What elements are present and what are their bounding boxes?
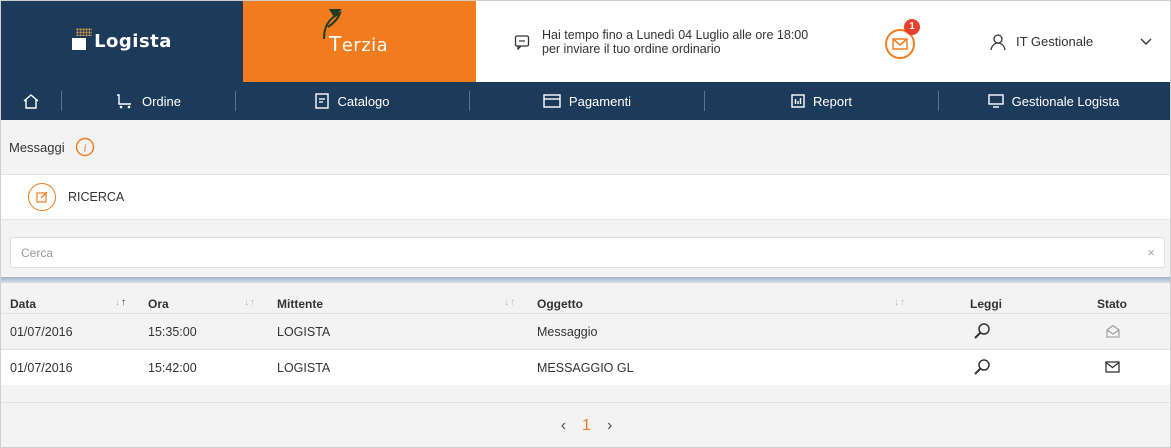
search-box: ×	[10, 237, 1165, 268]
nav-item-gestionale-logista[interactable]: Gestionale Logista	[939, 82, 1168, 120]
magnifier-icon[interactable]	[973, 322, 991, 340]
sort-icon[interactable]: ↓↑	[504, 297, 516, 308]
ricerca-toggle[interactable]: RICERCA	[1, 174, 1170, 220]
terzia-logo[interactable]: Terzia	[243, 1, 476, 82]
info-icon[interactable]: i	[75, 137, 95, 157]
column-header-mittente[interactable]: Mittente	[277, 297, 323, 311]
messages-table: Data ↓↑ Ora ↓↑ Mittente ↓↑ Oggetto ↓↑ Le…	[1, 291, 1170, 385]
deadline-notice-text: Hai tempo fino a Lunedì 04 Luglio alle o…	[542, 28, 882, 56]
nav-item-label: Report	[812, 93, 853, 109]
deadline-notice: Hai tempo fino a Lunedì 04 Luglio alle o…	[476, 1, 886, 82]
search-input[interactable]	[21, 245, 1121, 260]
section-divider	[1, 277, 1170, 283]
main-nav: Ordine Catalogo Pagamenti Report Gestion…	[1, 82, 1170, 120]
monitor-icon	[987, 94, 1004, 108]
ricerca-label: RICERCA	[68, 190, 125, 204]
report-icon	[791, 94, 805, 108]
sort-icon[interactable]: ↓↑	[115, 297, 127, 308]
cell-data: 01/07/2016	[10, 325, 73, 339]
table-row[interactable]: 01/07/2016 15:35:00 LOGISTA Messaggio	[1, 313, 1170, 349]
page-title: Messaggi	[9, 139, 65, 155]
column-header-stato: Stato	[1097, 297, 1127, 311]
envelope-icon	[1105, 361, 1120, 373]
deadline-notice-line1: Hai tempo fino a Lunedì 04 Luglio alle o…	[542, 27, 809, 42]
nav-item-ordine[interactable]: Ordine	[62, 82, 235, 120]
column-header-leggi: Leggi	[970, 297, 1002, 311]
home-icon	[23, 94, 39, 109]
user-icon	[990, 33, 1006, 50]
cell-ora: 15:42:00	[148, 361, 197, 375]
cell-mittente: LOGISTA	[277, 325, 331, 339]
sort-icon[interactable]: ↓↑	[894, 297, 906, 308]
edit-icon	[36, 191, 48, 203]
pagination-current-page[interactable]: 1	[582, 417, 591, 435]
cell-data: 01/07/2016	[10, 361, 73, 375]
magnifier-icon[interactable]	[973, 358, 991, 376]
deadline-notice-line2: per inviare il tuo ordine ordinario	[542, 41, 721, 56]
nav-item-label: Gestionale Logista	[1011, 93, 1120, 109]
user-menu[interactable]: IT Gestionale	[976, 1, 1170, 82]
envelope-open-icon	[1106, 324, 1120, 338]
chevron-down-icon[interactable]	[1140, 38, 1152, 46]
nav-item-label: Pagamenti	[568, 93, 632, 109]
nav-item-report[interactable]: Report	[705, 82, 938, 120]
cell-ora: 15:35:00	[148, 325, 197, 339]
envelope-icon	[892, 37, 908, 50]
column-header-ora[interactable]: Ora	[148, 297, 169, 311]
pagination: ‹ 1 ›	[1, 402, 1170, 447]
table-header: Data ↓↑ Ora ↓↑ Mittente ↓↑ Oggetto ↓↑ Le…	[1, 291, 1170, 313]
top-bar: Logista Terzia Hai tempo fino a Lunedì 0…	[1, 1, 1170, 82]
terzia-logo-text: Terzia	[329, 32, 389, 56]
nav-item-label: Ordine	[141, 93, 182, 109]
svg-text:i: i	[83, 141, 86, 155]
page-title-row: Messaggi i	[1, 120, 1170, 174]
nav-item-label: Catalogo	[337, 93, 390, 109]
cell-oggetto: Messaggio	[537, 325, 598, 339]
column-header-oggetto[interactable]: Oggetto	[537, 297, 583, 311]
messages-badge: 1	[904, 19, 920, 35]
terzia-logo-text-rest: erzia	[341, 35, 389, 56]
pagination-prev-button[interactable]: ‹	[561, 417, 566, 435]
cell-mittente: LOGISTA	[277, 361, 331, 375]
logista-logo-text: Logista	[94, 31, 172, 52]
main-content: Messaggi i RICERCA × Data ↓↑	[1, 120, 1170, 447]
messages-button[interactable]: 1	[885, 1, 976, 82]
home-button[interactable]	[1, 82, 61, 120]
logista-logo-mark	[72, 27, 93, 54]
sort-icon[interactable]: ↓↑	[244, 297, 256, 308]
logista-logo[interactable]: Logista	[1, 1, 243, 82]
user-name: IT Gestionale	[1016, 34, 1094, 49]
cart-icon	[116, 94, 131, 109]
column-header-data[interactable]: Data	[10, 297, 36, 311]
table-row[interactable]: 01/07/2016 15:42:00 LOGISTA MESSAGGIO GL	[1, 349, 1170, 385]
credit-card-icon	[543, 94, 561, 108]
app-frame: Logista Terzia Hai tempo fino a Lunedì 0…	[0, 0, 1171, 448]
chat-icon	[514, 34, 530, 50]
pagination-next-button[interactable]: ›	[607, 417, 612, 435]
nav-item-pagamenti[interactable]: Pagamenti	[470, 82, 704, 120]
ricerca-icon-circle	[28, 183, 56, 211]
catalog-icon	[315, 93, 330, 109]
cell-oggetto: MESSAGGIO GL	[537, 361, 634, 375]
clear-search-icon[interactable]: ×	[1147, 245, 1155, 260]
nav-item-catalogo[interactable]: Catalogo	[236, 82, 469, 120]
